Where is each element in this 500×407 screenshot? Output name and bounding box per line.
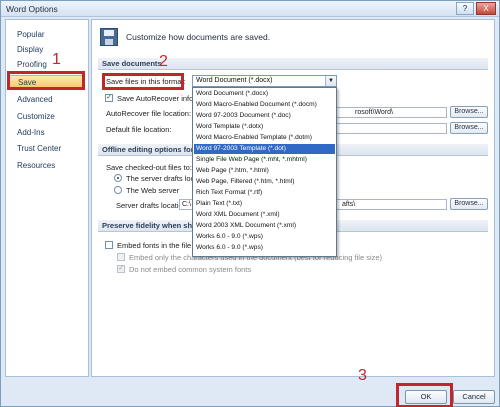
sidebar-item-advanced[interactable]: Advanced (9, 93, 85, 107)
format-option[interactable]: Rich Text Format (*.rtf) (194, 188, 335, 198)
format-option[interactable]: Works 6.0 - 9.0 (*.wps) (194, 232, 335, 242)
embed-fonts-checkbox[interactable] (105, 241, 113, 249)
format-label-highlight-box (102, 73, 184, 90)
step-3-label: 3 (358, 367, 367, 384)
sidebar-item-add-ins[interactable]: Add-Ins (9, 126, 85, 140)
autorecover-label: Save AutoRecover inform (117, 94, 203, 103)
window-title: Word Options (6, 4, 58, 14)
format-option[interactable]: Works 6.0 - 9.0 (*.wps) (194, 243, 335, 253)
format-option[interactable]: Web Page, Filtered (*.htm, *.html) (194, 177, 335, 187)
title-bar: Word Options ? X (1, 1, 499, 17)
step-2-label: 2 (159, 53, 168, 70)
word-options-window: Word Options ? X Popular Display Proofin… (0, 0, 500, 407)
web-server-radio[interactable] (114, 186, 122, 194)
format-option[interactable]: Web Page (*.htm, *.html) (194, 166, 335, 176)
format-option[interactable]: Word Macro-Enabled Template (*.dotm) (194, 133, 335, 143)
server-drafts-value-right: afts\ (342, 201, 356, 208)
web-server-radio-label: The Web server (126, 186, 180, 195)
format-option[interactable]: Word Document (*.docx) (194, 89, 335, 99)
format-option[interactable]: Word 2003 XML Document (*.xml) (194, 221, 335, 231)
checked-out-label: Save checked-out files to: (106, 163, 192, 172)
sidebar-item-proofing[interactable]: Proofing (9, 58, 85, 72)
format-option[interactable]: Plain Text (*.txt) (194, 199, 335, 209)
ok-highlight-box (396, 383, 453, 407)
help-button[interactable]: ? (456, 2, 474, 15)
cancel-button[interactable]: Cancel (453, 390, 495, 404)
section-save-documents: Save documents (98, 58, 488, 70)
save-format-dropdown-list: Word Document (*.docx) Word Macro-Enable… (192, 87, 337, 257)
sidebar-item-trust-center[interactable]: Trust Center (9, 142, 85, 156)
autorecover-location-label: AutoRecover file location: (106, 109, 192, 118)
embed-chars-checkbox[interactable] (117, 253, 125, 261)
sidebar-item-resources[interactable]: Resources (9, 159, 85, 173)
save-format-value: Word Document (*.docx) (196, 77, 273, 84)
format-option[interactable]: Single File Web Page (*.mht, *.mhtml) (194, 155, 335, 165)
no-common-fonts-label: Do not embed common system fonts (129, 265, 252, 274)
save-format-select[interactable]: Word Document (*.docx) ▼ (192, 75, 337, 87)
server-drafts-radio[interactable] (114, 174, 122, 182)
sidebar-item-customize[interactable]: Customize (9, 110, 85, 124)
server-drafts-value-left: C:\ (182, 201, 191, 208)
format-option[interactable]: Word 97-2003 Document (*.doc) (194, 111, 335, 121)
format-option-selected[interactable]: Word 97-2003 Template (*.dot) (194, 144, 335, 154)
page-title: Customize how documents are saved. (126, 32, 271, 42)
format-option[interactable]: Word XML Document (*.xml) (194, 210, 335, 220)
save-highlight-box (7, 71, 85, 90)
close-button[interactable]: X (476, 2, 496, 15)
default-location-label: Default file location: (106, 125, 172, 134)
autorecover-browse-button[interactable]: Browse... (450, 106, 488, 118)
server-drafts-browse-button[interactable]: Browse... (450, 198, 488, 210)
no-common-fonts-checkbox[interactable]: ✓ (117, 265, 125, 273)
sidebar-item-display[interactable]: Display (9, 43, 85, 57)
format-option[interactable]: Word Template (*.dotx) (194, 122, 335, 132)
step-1-label: 1 (52, 51, 61, 68)
default-browse-button[interactable]: Browse... (450, 122, 488, 134)
format-option[interactable]: Word Macro-Enabled Document (*.docm) (194, 100, 335, 110)
server-drafts-radio-label: The server drafts locat (126, 174, 201, 183)
sidebar-item-popular[interactable]: Popular (9, 28, 85, 42)
server-drafts-location-label: Server drafts location: (116, 201, 189, 210)
floppy-disk-icon (100, 28, 118, 46)
embed-fonts-label: Embed fonts in the file (117, 241, 192, 250)
chevron-down-icon[interactable]: ▼ (325, 76, 336, 86)
autorecover-checkbox[interactable]: ✓ (105, 94, 113, 102)
